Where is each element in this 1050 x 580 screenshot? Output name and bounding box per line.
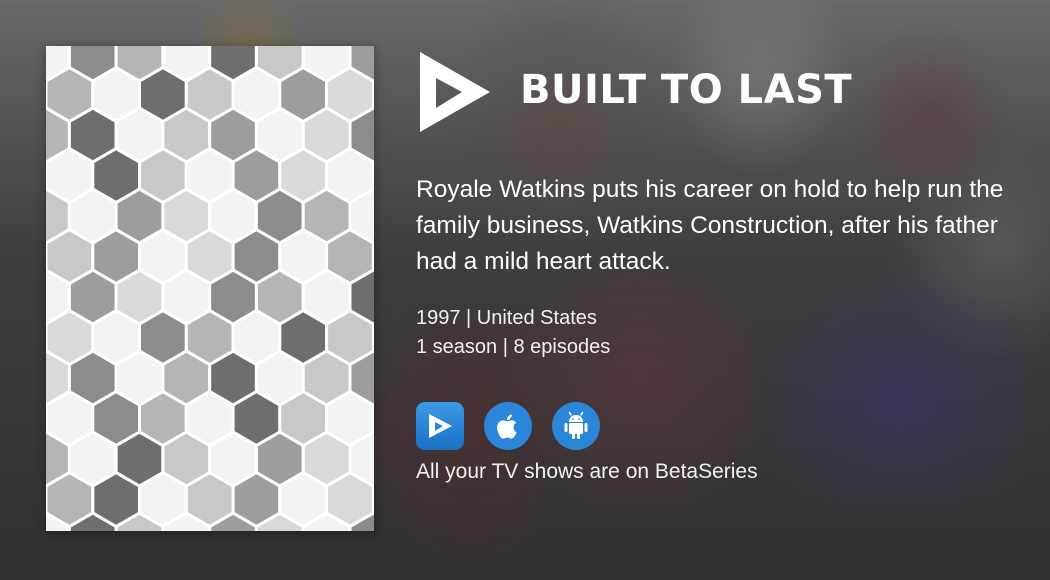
app-links [416, 402, 1016, 450]
year-country: 1997 | United States [416, 307, 597, 329]
poster-hexagon-pattern [46, 46, 374, 531]
show-poster [46, 46, 374, 531]
apple-app-store-icon [497, 414, 517, 439]
betaseries-play-icon [420, 52, 490, 132]
show-details: BUILT TO LAST Royale Watkins puts his ca… [416, 46, 1016, 484]
android-play-store-icon [564, 411, 588, 439]
header: BUILT TO LAST [416, 46, 1016, 138]
show-title: BUILT TO LAST [520, 67, 853, 113]
ios-app-button[interactable] [484, 402, 532, 450]
betaseries-app-button[interactable] [416, 402, 464, 450]
android-app-button[interactable] [552, 402, 600, 450]
tagline: All your TV shows are on BetaSeries [416, 460, 758, 483]
seasons-episodes: 1 season | 8 episodes [416, 336, 611, 358]
show-description: Royale Watkins puts his career on hold t… [416, 176, 1004, 275]
show-meta: 1997 | United States 1 season | 8 episod… [416, 304, 1016, 362]
betaseries-app-icon [429, 414, 452, 438]
